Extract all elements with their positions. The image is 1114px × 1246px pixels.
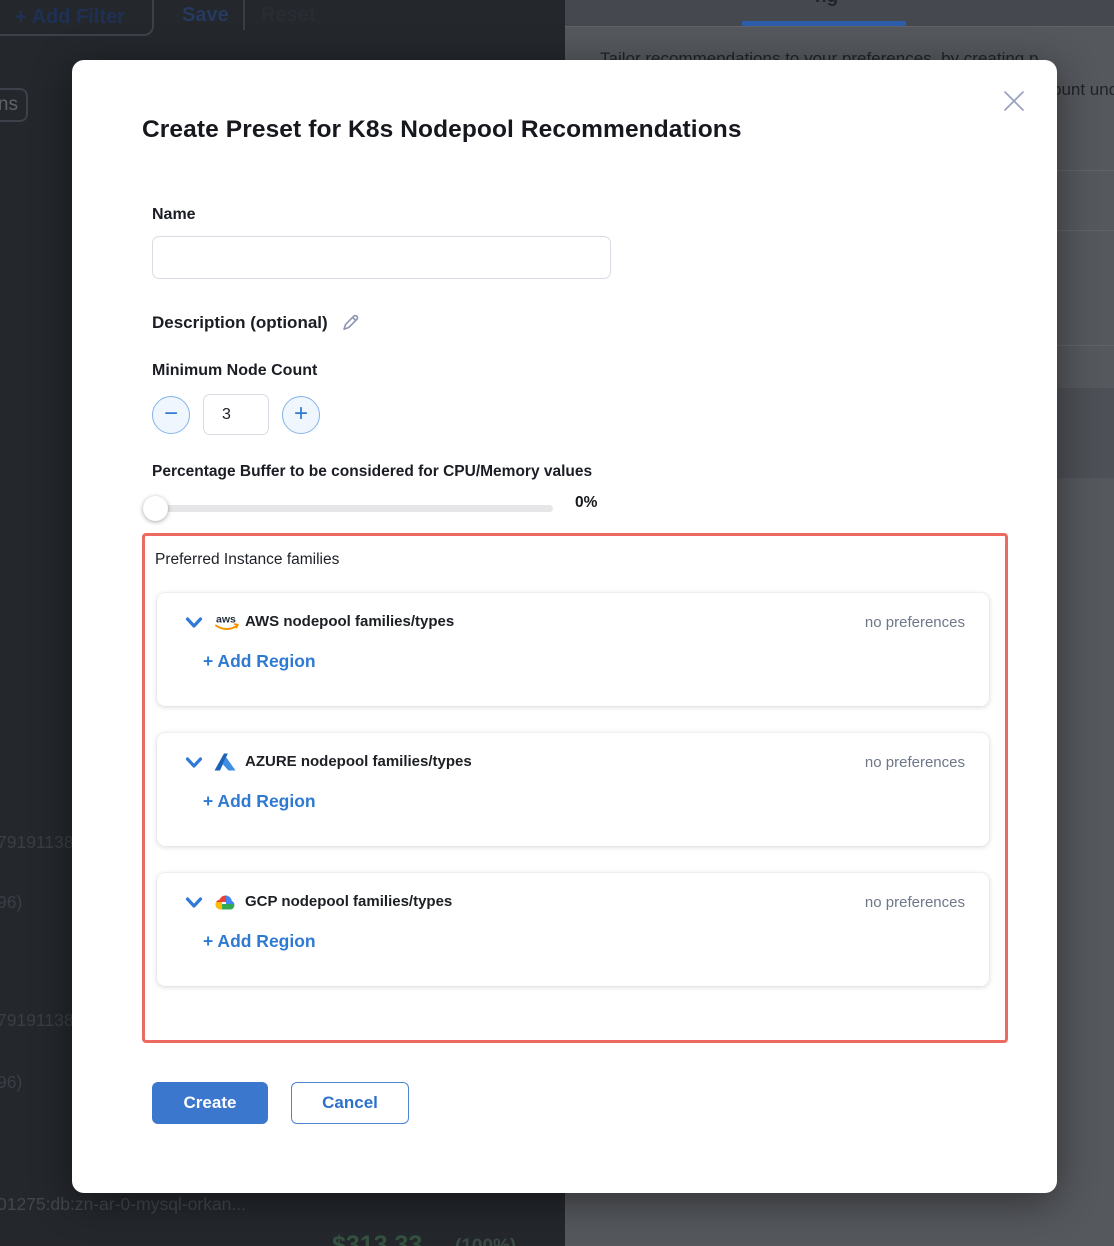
- reset-button[interactable]: Reset: [261, 4, 315, 27]
- add-filter-label: + Add Filter: [15, 6, 125, 29]
- provider-status: no preferences: [865, 754, 965, 771]
- table-cell-fragment: 96): [0, 892, 22, 913]
- dialog-title: Create Preset for K8s Nodepool Recommend…: [142, 116, 742, 144]
- sidebar-tab-fragment[interactable]: ns: [0, 88, 28, 122]
- buffer-percentage-label: Percentage Buffer to be considered for C…: [152, 463, 592, 481]
- table-cell-fragment: 01275:db:zn-ar-0-mysql-orkan...: [0, 1194, 246, 1215]
- preferred-instance-families-label: Preferred Instance families: [155, 551, 339, 569]
- active-tab-indicator: [742, 21, 906, 26]
- chevron-down-icon[interactable]: [185, 616, 203, 630]
- svg-text:aws: aws: [216, 614, 236, 626]
- provider-status: no preferences: [865, 614, 965, 631]
- name-label: Name: [152, 206, 196, 224]
- tab-bar-divider: [565, 26, 1114, 27]
- cancel-button[interactable]: Cancel: [291, 1082, 409, 1124]
- provider-label: AZURE nodepool families/types: [245, 753, 472, 770]
- aws-logo-icon: aws: [213, 611, 240, 634]
- cost-percent-fragment: (100%): [455, 1236, 516, 1246]
- gcp-logo-icon: [213, 891, 240, 914]
- description-label: Description (optional): [152, 313, 328, 333]
- chevron-down-icon[interactable]: [185, 896, 203, 910]
- buffer-percentage-value: 0%: [575, 494, 597, 512]
- table-cell-fragment: 791911382: [0, 832, 83, 853]
- tab-label-fragment: ng: [815, 0, 838, 8]
- sidebar-tab-fragment-label: ns: [0, 94, 18, 116]
- toolbar-divider: [243, 0, 245, 30]
- aws-provider-card: aws AWS nodepool families/types no prefe…: [157, 593, 989, 706]
- table-cell-fragment: 791911382: [0, 1010, 83, 1031]
- azure-logo-icon: [213, 751, 240, 774]
- create-preset-dialog: Create Preset for K8s Nodepool Recommend…: [72, 60, 1057, 1193]
- decrement-button[interactable]: −: [152, 396, 190, 434]
- edit-pencil-icon[interactable]: [340, 312, 361, 333]
- azure-provider-card: AZURE nodepool families/types no prefere…: [157, 733, 989, 846]
- table-cell-fragment: 96): [0, 1072, 22, 1093]
- gcp-provider-card: GCP nodepool families/types no preferenc…: [157, 873, 989, 986]
- save-button[interactable]: Save: [182, 4, 229, 27]
- add-region-button[interactable]: + Add Region: [203, 651, 316, 672]
- increment-button[interactable]: +: [282, 396, 320, 434]
- chevron-down-icon[interactable]: [185, 756, 203, 770]
- add-region-button[interactable]: + Add Region: [203, 791, 316, 812]
- cost-value-fragment: $313.33: [332, 1231, 422, 1246]
- provider-status: no preferences: [865, 894, 965, 911]
- create-button[interactable]: Create: [152, 1082, 268, 1124]
- panel-intro-text-fragment: ount und: [1052, 80, 1114, 100]
- name-input[interactable]: [152, 236, 611, 279]
- provider-label: GCP nodepool families/types: [245, 893, 452, 910]
- add-filter-button[interactable]: + Add Filter: [0, 0, 154, 36]
- close-icon[interactable]: [999, 86, 1029, 116]
- preferred-instance-families-section: Preferred Instance families aws AWS node…: [142, 533, 1008, 1043]
- node-count-stepper: − +: [152, 394, 320, 435]
- add-region-button[interactable]: + Add Region: [203, 931, 316, 952]
- node-count-input[interactable]: [203, 394, 269, 435]
- buffer-slider-track[interactable]: [152, 505, 553, 512]
- minimum-node-count-label: Minimum Node Count: [152, 362, 317, 380]
- buffer-slider-handle[interactable]: [143, 496, 168, 521]
- provider-label: AWS nodepool families/types: [245, 613, 454, 630]
